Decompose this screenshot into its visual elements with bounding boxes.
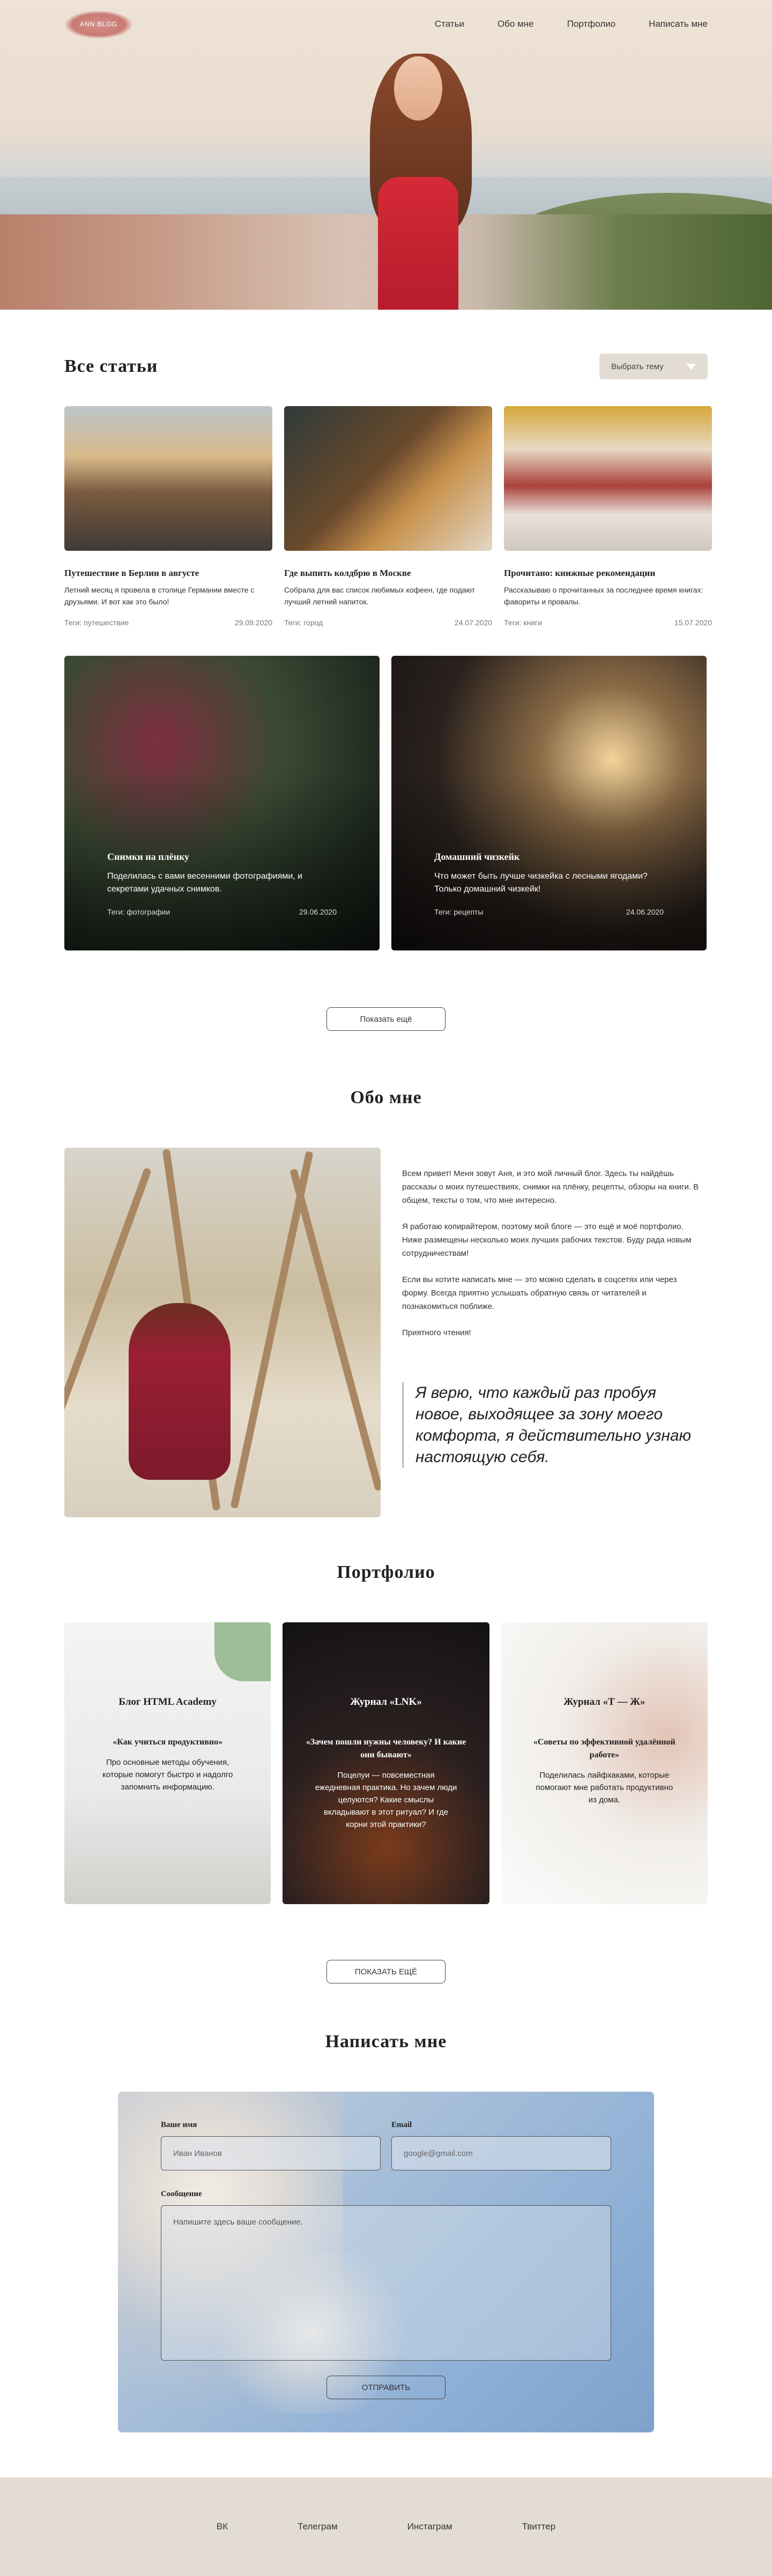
nav-link-portfolio[interactable]: Портфолио bbox=[567, 19, 615, 29]
about-paragraph: Всем привет! Меня зовут Аня, и это мой л… bbox=[402, 1169, 699, 1205]
featured-article-card[interactable]: Снимки на плёнку Поделилась с вами весен… bbox=[64, 656, 380, 950]
article-tags: Теги: книги bbox=[504, 618, 542, 627]
about-section: Обо мне Всем привет! Меня зовут Аня, и э… bbox=[0, 1088, 772, 1517]
message-field[interactable]: Напишите здесь ваше сообщение. bbox=[161, 2205, 611, 2361]
portfolio-card-text: Поцелуи — повсеместная ежедневная практи… bbox=[315, 1771, 457, 1829]
photo-branch bbox=[290, 1168, 381, 1492]
featured-article-card[interactable]: Домашний чизкейк Что может быть лучше чи… bbox=[391, 656, 707, 950]
about-paragraph: Приятного чтения! bbox=[402, 1328, 471, 1337]
about-photo bbox=[64, 1148, 381, 1517]
portfolio-card-text: Поделилась лайфхаками, которые помогают … bbox=[536, 1771, 673, 1804]
article-title: Домашний чизкейк bbox=[434, 851, 520, 862]
article-card[interactable]: Где выпить колдбрю в Москве Собрала для … bbox=[284, 406, 492, 627]
article-image-books bbox=[504, 406, 712, 551]
card-decoration bbox=[214, 1622, 271, 1681]
footer-link-twitter[interactable]: Твиттер bbox=[522, 2521, 555, 2532]
name-label: Ваше имя bbox=[161, 2121, 197, 2129]
show-more-portfolio-button[interactable]: ПОКАЗАТЬ ЕЩЁ bbox=[326, 1960, 446, 1983]
article-card[interactable]: Путешествие в Берлин в августе Летний ме… bbox=[64, 406, 272, 627]
top-navigation: ANN BLOG Статьи Обо мне Портфолио Написа… bbox=[0, 0, 772, 48]
send-button[interactable]: ОТПРАВИТЬ bbox=[326, 2376, 446, 2399]
name-field[interactable]: Иван Иванов bbox=[161, 2136, 381, 2170]
about-title: Обо мне bbox=[350, 1088, 422, 1107]
topic-select[interactable]: Выбрать тему bbox=[599, 354, 708, 379]
article-image-berlin bbox=[64, 406, 272, 551]
portfolio-card-subtitle: «Как учиться продуктивно» bbox=[113, 1738, 223, 1747]
footer-link-instagram[interactable]: Инстаграм bbox=[407, 2521, 452, 2532]
article-date: 29.06.2020 bbox=[299, 908, 337, 916]
name-placeholder: Иван Иванов bbox=[173, 2148, 222, 2158]
article-excerpt: Летний месяц я провела в столице Германи… bbox=[64, 586, 255, 606]
logo-text: ANN BLOG bbox=[79, 20, 117, 28]
portfolio-title: Портфолио bbox=[337, 1562, 435, 1582]
hero-person-face bbox=[394, 56, 442, 121]
article-excerpt: Поделилась с вами весенними фотографиями… bbox=[107, 872, 303, 894]
about-quote: Я верю, что каждый раз пробуя новое, вых… bbox=[402, 1382, 702, 1468]
article-tags: Теги: фотографии bbox=[107, 908, 170, 916]
topic-select-label: Выбрать тему bbox=[611, 362, 664, 371]
article-date: 24.07.2020 bbox=[454, 618, 492, 627]
article-title: Снимки на плёнку bbox=[107, 851, 190, 862]
article-title: Путешествие в Берлин в августе bbox=[64, 568, 199, 578]
article-date: 24.06.2020 bbox=[626, 908, 664, 916]
article-excerpt: Рассказываю о прочитанных за последнее в… bbox=[504, 586, 703, 606]
nav-link-about[interactable]: Обо мне bbox=[498, 19, 534, 29]
footer: ВК Телеграм Инстаграм Твиттер bbox=[0, 2477, 772, 2576]
portfolio-card[interactable]: Журнал «LNK» «Зачем пошли нужны человеку… bbox=[283, 1622, 489, 1904]
portfolio-card[interactable]: Журнал «Т — Ж» «Советы по эффективной уд… bbox=[501, 1622, 708, 1904]
message-placeholder: Напишите здесь ваше сообщение. bbox=[173, 2218, 303, 2227]
article-excerpt: Что может быть лучше чизкейка с лесными … bbox=[434, 872, 648, 894]
message-label: Сообщение bbox=[161, 2190, 202, 2198]
portfolio-card-title: Журнал «Т — Ж» bbox=[563, 1696, 645, 1708]
email-field[interactable]: google@gmail.com bbox=[391, 2136, 611, 2170]
footer-link-vk[interactable]: ВК bbox=[217, 2521, 228, 2532]
portfolio-card-title: Журнал «LNK» bbox=[350, 1696, 422, 1708]
portfolio-card-text: Про основные методы обучения, которые по… bbox=[102, 1758, 233, 1792]
article-date: 29.09.2020 bbox=[234, 618, 272, 627]
article-tags: Теги: город bbox=[284, 618, 323, 627]
email-placeholder: google@gmail.com bbox=[404, 2148, 473, 2158]
portfolio-card-title: Блог HTML Academy bbox=[118, 1696, 217, 1708]
portfolio-card-subtitle: «Советы по эффективной удалённой работе» bbox=[533, 1738, 676, 1759]
site-logo[interactable]: ANN BLOG bbox=[65, 11, 132, 39]
nav-link-articles[interactable]: Статьи bbox=[435, 19, 464, 29]
article-tags: Теги: путешествие bbox=[64, 618, 129, 627]
article-date: 15.07.2020 bbox=[674, 618, 712, 627]
about-paragraph: Я работаю копирайтером, поэтому мой блог… bbox=[402, 1222, 692, 1258]
contact-form: Ваше имя Иван Иванов Email google@gmail.… bbox=[161, 2121, 611, 2361]
article-image-coffee bbox=[284, 406, 492, 551]
footer-link-telegram[interactable]: Телеграм bbox=[298, 2521, 338, 2532]
article-card[interactable]: Прочитано: книжные рекомендации Рассказы… bbox=[504, 406, 712, 627]
article-excerpt: Собрала для вас список любимых кофеен, г… bbox=[284, 586, 476, 606]
email-label: Email bbox=[391, 2121, 412, 2129]
show-more-articles-button[interactable]: Показать ещё bbox=[326, 1007, 446, 1031]
chevron-down-icon bbox=[686, 363, 696, 370]
hero-banner: ANN BLOG Статьи Обо мне Портфолио Написа… bbox=[0, 0, 772, 310]
portfolio-section: Портфолио Блог HTML Academy «Как учиться… bbox=[0, 1562, 772, 1983]
contact-form-panel: Ваше имя Иван Иванов Email google@gmail.… bbox=[118, 2092, 654, 2432]
article-title: Прочитано: книжные рекомендации bbox=[504, 568, 656, 578]
contact-title: Написать мне bbox=[325, 2032, 447, 2051]
contact-section: Написать мне Ваше имя Иван Иванов Email … bbox=[0, 2032, 772, 2432]
nav-link-contact[interactable]: Написать мне bbox=[649, 19, 708, 29]
articles-title: Все статьи bbox=[64, 356, 158, 376]
article-tags: Теги: рецепты bbox=[434, 908, 484, 916]
articles-section: Все статьи Выбрать тему Путешествие в Бе… bbox=[0, 354, 772, 1031]
article-title: Где выпить колдбрю в Москве bbox=[284, 568, 411, 578]
photo-person bbox=[129, 1303, 231, 1480]
about-paragraph: Если вы хотите написать мне — это можно … bbox=[402, 1275, 677, 1311]
portfolio-card-subtitle: «Зачем пошли нужны человеку? И какие они… bbox=[306, 1738, 466, 1759]
hero-person-dress bbox=[378, 177, 458, 310]
portfolio-card[interactable]: Блог HTML Academy «Как учиться продуктив… bbox=[64, 1622, 271, 1904]
